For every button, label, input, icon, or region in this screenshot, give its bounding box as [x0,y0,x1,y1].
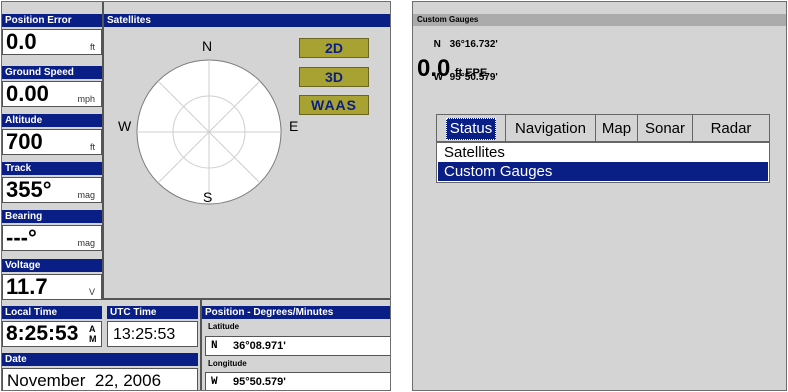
tab-sonar[interactable]: Sonar [638,115,693,141]
altitude-value-box: 700 ft [2,129,102,155]
ground-speed-value: 0.00 [6,81,49,106]
menu-item-satellites-label: Satellites [444,144,505,161]
tab-map[interactable]: Map [596,115,638,141]
local-time-label: Local Time [2,306,102,319]
altitude-unit: ft [89,142,95,152]
page-tab-bar: Status Navigation Map Sonar Radar [436,114,770,142]
local-time-value: 8:25:53 [6,322,79,345]
date-value-box: November 22, 2006 [2,368,198,390]
compass-east: E [289,118,299,134]
lat-value: 36°16.732' [449,39,498,50]
utc-time-value: 13:25:53 [113,326,176,343]
compass-south: S [203,189,213,205]
gps-status-screen: Position Error 0.0 ft Ground Speed 0.00 … [1,1,391,391]
longitude-label: Longitude [208,359,247,368]
latitude-label: Latitude [208,322,240,331]
position-error-value: 0.0 [6,29,37,54]
bearing-value-box: ---° mag [2,225,102,251]
bearing-label: Bearing [2,210,102,223]
ground-speed-unit: mph [77,94,95,104]
altitude-value: 700 [6,129,43,154]
satellite-sky-view [136,59,282,205]
compass-west: W [118,118,132,134]
menu-item-custom-gauges-label: Custom Gauges [444,163,553,180]
utc-time-value-box: 13:25:53 [107,321,198,347]
ground-speed-value-box: 0.00 mph [2,81,102,107]
altitude-label: Altitude [2,114,102,127]
latitude-hemisphere: N [211,340,218,352]
compass-north: N [202,38,213,54]
bearing-unit: mag [77,238,95,248]
longitude-hemisphere: W [211,376,218,388]
position-label: Position - Degrees/Minutes [202,306,390,319]
mode-2d-indicator: 2D [299,38,369,58]
track-value: 355° [6,177,52,202]
position-error-value-box: 0.0 ft [2,29,102,55]
lat-hemisphere: N [433,39,441,50]
longitude-value: 95°50.579' [233,376,286,388]
latitude-value-box: N 36°08.971' [205,336,390,356]
local-time-meridiem: M [89,334,97,344]
track-value-box: 355° mag [2,177,102,203]
satellites-label: Satellites [104,14,390,27]
custom-gauges-screen: Custom Gauges N 36°16.732' W 95°50.579' 0.… [412,1,787,391]
bearing-value: ---° [6,225,37,250]
title-bar: Custom Gauges [413,14,786,26]
position-error-unit: ft [89,42,95,52]
menu-item-custom-gauges[interactable]: Custom Gauges [438,162,768,181]
date-value: November 22, 2006 [7,371,162,390]
tab-radar[interactable]: Radar [693,115,769,141]
voltage-label: Voltage [2,259,102,272]
tab-navigation[interactable]: Navigation [506,115,596,141]
utc-time-label: UTC Time [107,306,198,319]
latitude-value: 36°08.971' [233,340,286,352]
epe-unit: ft EPE [454,67,488,79]
voltage-value: 11.7 [6,274,48,299]
local-time-value-box: 8:25:53 A M [2,321,102,347]
track-unit: mag [77,190,95,200]
mode-3d-indicator: 3D [299,67,369,87]
page-title: Custom Gauges [417,15,479,24]
mode-waas-indicator: WAAS [299,95,369,115]
epe-readout: 0.0 ft EPE [417,55,487,83]
divider [102,2,104,300]
date-label: Date [2,353,198,366]
longitude-value-box: W 95°50.579' [205,372,390,390]
tab-status[interactable]: Status [441,115,501,141]
track-label: Track [2,162,102,175]
menu-item-satellites[interactable]: Satellites [437,143,769,162]
local-time-am-indicator: A [89,324,96,334]
status-menu: Satellites Custom Gauges [436,142,770,183]
voltage-unit: V [88,287,95,297]
voltage-value-box: 11.7 V [2,274,102,300]
epe-value: 0.0 [417,55,451,82]
tab-status-label: Status [445,118,497,140]
position-error-label: Position Error [2,14,102,27]
ground-speed-label: Ground Speed [2,66,102,79]
